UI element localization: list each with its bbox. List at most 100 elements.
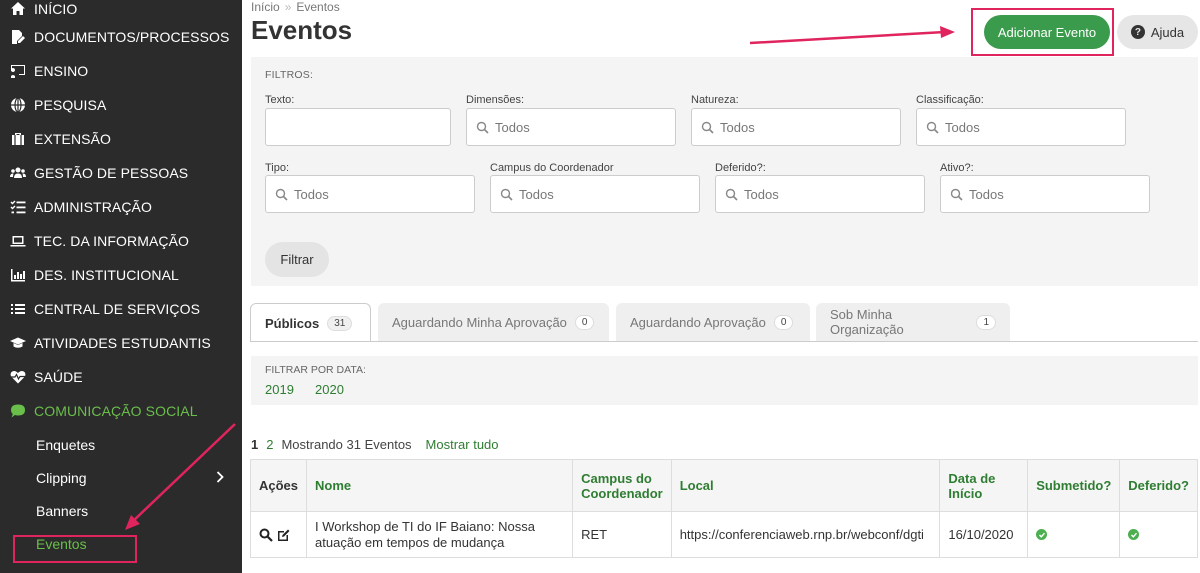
tabs-divider xyxy=(251,341,1198,342)
table-row: I Workshop de TI do IF Baiano: Nossa atu… xyxy=(249,511,1198,558)
globe-icon xyxy=(10,97,34,113)
search-icon xyxy=(275,188,288,201)
filter-ativo-select[interactable]: Todos xyxy=(940,175,1150,213)
comment-icon xyxy=(10,403,34,419)
filter-ativo-value: Todos xyxy=(969,186,1004,202)
col-nome[interactable]: Nome xyxy=(306,459,574,512)
sidebar-item-documentos[interactable]: DOCUMENTOS/PROCESSOS xyxy=(0,20,242,54)
tab-label: Aguardando Minha Aprovação xyxy=(392,314,567,330)
sidebar-item-label: TEC. DA INFORMAÇÃO xyxy=(34,233,190,249)
sidebar-item-inicio[interactable]: INÍCIO xyxy=(0,0,242,20)
show-all-link[interactable]: Mostrar tudo xyxy=(426,437,499,452)
breadcrumb-home[interactable]: Início xyxy=(251,0,280,14)
home-icon xyxy=(10,1,34,17)
sidebar-subitem-enquetes[interactable]: Enquetes xyxy=(0,428,242,461)
annotation-highlight-add-button xyxy=(971,8,1114,56)
sidebar-subitem-banners[interactable]: Banners xyxy=(0,494,242,527)
arrowhead xyxy=(940,26,955,38)
date-filter-year-2019[interactable]: 2019 xyxy=(265,382,294,397)
search-icon xyxy=(950,188,963,201)
sidebar-item-label: COMUNICAÇÃO SOCIAL xyxy=(34,403,198,419)
page-1[interactable]: 1 xyxy=(251,437,258,452)
filter-campus-select[interactable]: Todos xyxy=(490,175,700,213)
tab-publicos[interactable]: Públicos 31 xyxy=(250,303,371,342)
date-filter: FILTRAR POR DATA: 2019 2020 xyxy=(251,356,1198,405)
check-circle-icon xyxy=(1128,529,1140,540)
filter-button[interactable]: Filtrar xyxy=(265,242,329,277)
filter-tipo-label: Tipo: xyxy=(265,162,290,174)
search-icon[interactable] xyxy=(259,528,273,542)
sidebar-item-comunicacao-social[interactable]: COMUNICAÇÃO SOCIAL xyxy=(0,394,242,428)
col-local[interactable]: Local xyxy=(670,459,941,512)
chevron-right-icon xyxy=(216,471,224,483)
filter-dimensoes-label: Dimensões: xyxy=(466,94,525,106)
page-2[interactable]: 2 xyxy=(266,437,273,452)
filter-tipo-select[interactable]: Todos xyxy=(265,175,475,213)
filter-tipo-value: Todos xyxy=(294,186,329,202)
edit-icon[interactable] xyxy=(277,528,291,542)
tab-label: Aguardando Aprovação xyxy=(630,314,766,330)
filter-texto-input[interactable] xyxy=(265,108,451,146)
col-campus[interactable]: Campus do Coordenador xyxy=(572,459,672,512)
filter-classificacao-select[interactable]: Todos xyxy=(916,108,1126,146)
search-icon xyxy=(701,121,714,134)
heartbeat-icon xyxy=(10,369,34,385)
sidebar-item-label: ADMINISTRAÇÃO xyxy=(34,199,152,215)
sidebar-item-pesquisa[interactable]: PESQUISA xyxy=(0,88,242,122)
row-submetido xyxy=(1027,511,1121,558)
annotation-highlight-eventos xyxy=(13,535,137,563)
sidebar-item-label: ENSINO xyxy=(34,63,89,79)
tab-label: Sob Minha Organização xyxy=(830,307,904,337)
sidebar-item-atividades-estudantis[interactable]: ATIVIDADES ESTUDANTIS xyxy=(0,326,242,360)
filter-natureza-label: Natureza: xyxy=(691,94,739,106)
check-circle-icon xyxy=(1036,529,1048,540)
date-filter-year-2020[interactable]: 2020 xyxy=(315,382,344,397)
table-header-row: Ações Nome Campus do Coordenador Local D… xyxy=(249,459,1198,512)
tab-count-badge: 0 xyxy=(574,314,595,330)
filter-dimensoes-select[interactable]: Todos xyxy=(466,108,676,146)
sidebar-item-extensao[interactable]: EXTENSÃO xyxy=(0,122,242,156)
row-deferido xyxy=(1119,511,1198,558)
filter-campus-label: Campus do Coordenador xyxy=(490,162,614,174)
sidebar-item-ensino[interactable]: ENSINO xyxy=(0,54,242,88)
tab-count-badge: 31 xyxy=(327,315,353,331)
sidebar: INÍCIO DOCUMENTOS/PROCESSOS ENSINO PESQU… xyxy=(0,0,242,573)
sidebar-item-tec-informacao[interactable]: TEC. DA INFORMAÇÃO xyxy=(0,224,242,258)
sidebar-item-central-servicos[interactable]: CENTRAL DE SERVIÇOS xyxy=(0,292,242,326)
filter-natureza-select[interactable]: Todos xyxy=(691,108,901,146)
graduation-cap-icon xyxy=(10,335,34,351)
sidebar-subitem-label: Banners xyxy=(36,502,89,519)
briefcase-icon xyxy=(10,131,34,147)
row-campus: RET xyxy=(572,511,672,558)
tab-sob-minha-organizacao[interactable]: Sob Minha Organização 1 xyxy=(816,303,1010,341)
question-icon: ? xyxy=(1130,25,1145,39)
filter-campus-value: Todos xyxy=(519,186,554,202)
date-filter-title: FILTRAR POR DATA: xyxy=(265,364,366,376)
sidebar-item-des-institucional[interactable]: DES. INSTITUCIONAL xyxy=(0,258,242,292)
breadcrumb-current: Eventos xyxy=(296,0,340,14)
bar-chart-icon xyxy=(10,267,34,283)
filter-deferido-value: Todos xyxy=(744,186,779,202)
help-button[interactable]: ? Ajuda xyxy=(1117,15,1198,49)
sidebar-item-label: SAÚDE xyxy=(34,369,83,385)
col-data-inicio[interactable]: Data de Início xyxy=(939,459,1029,512)
search-icon xyxy=(476,121,489,134)
col-deferido[interactable]: Deferido? xyxy=(1119,459,1198,512)
sidebar-item-label: EXTENSÃO xyxy=(34,131,112,147)
sidebar-item-label: ATIVIDADES ESTUDANTIS xyxy=(34,335,211,351)
tab-aguardando-minha-aprovacao[interactable]: Aguardando Minha Aprovação 0 xyxy=(378,303,609,341)
sidebar-item-gestao-pessoas[interactable]: GESTÃO DE PESSOAS xyxy=(0,156,242,190)
search-icon xyxy=(725,188,738,201)
results-summary: Mostrando 31 Eventos xyxy=(281,437,412,452)
sidebar-item-saude[interactable]: SAÚDE xyxy=(0,360,242,394)
tab-aguardando-aprovacao[interactable]: Aguardando Aprovação 0 xyxy=(616,303,810,341)
list-check-icon xyxy=(10,199,34,215)
sidebar-item-administracao[interactable]: ADMINISTRAÇÃO xyxy=(0,190,242,224)
row-actions xyxy=(249,511,308,558)
sidebar-subitem-label: Clipping xyxy=(36,469,87,486)
filter-deferido-select[interactable]: Todos xyxy=(715,175,925,213)
col-submetido[interactable]: Submetido? xyxy=(1027,459,1121,512)
sidebar-item-label: INÍCIO xyxy=(34,1,78,17)
sidebar-subitem-clipping[interactable]: Clipping xyxy=(0,461,242,494)
pagination: 1 2 Mostrando 31 Eventos Mostrar tudo xyxy=(251,437,499,452)
